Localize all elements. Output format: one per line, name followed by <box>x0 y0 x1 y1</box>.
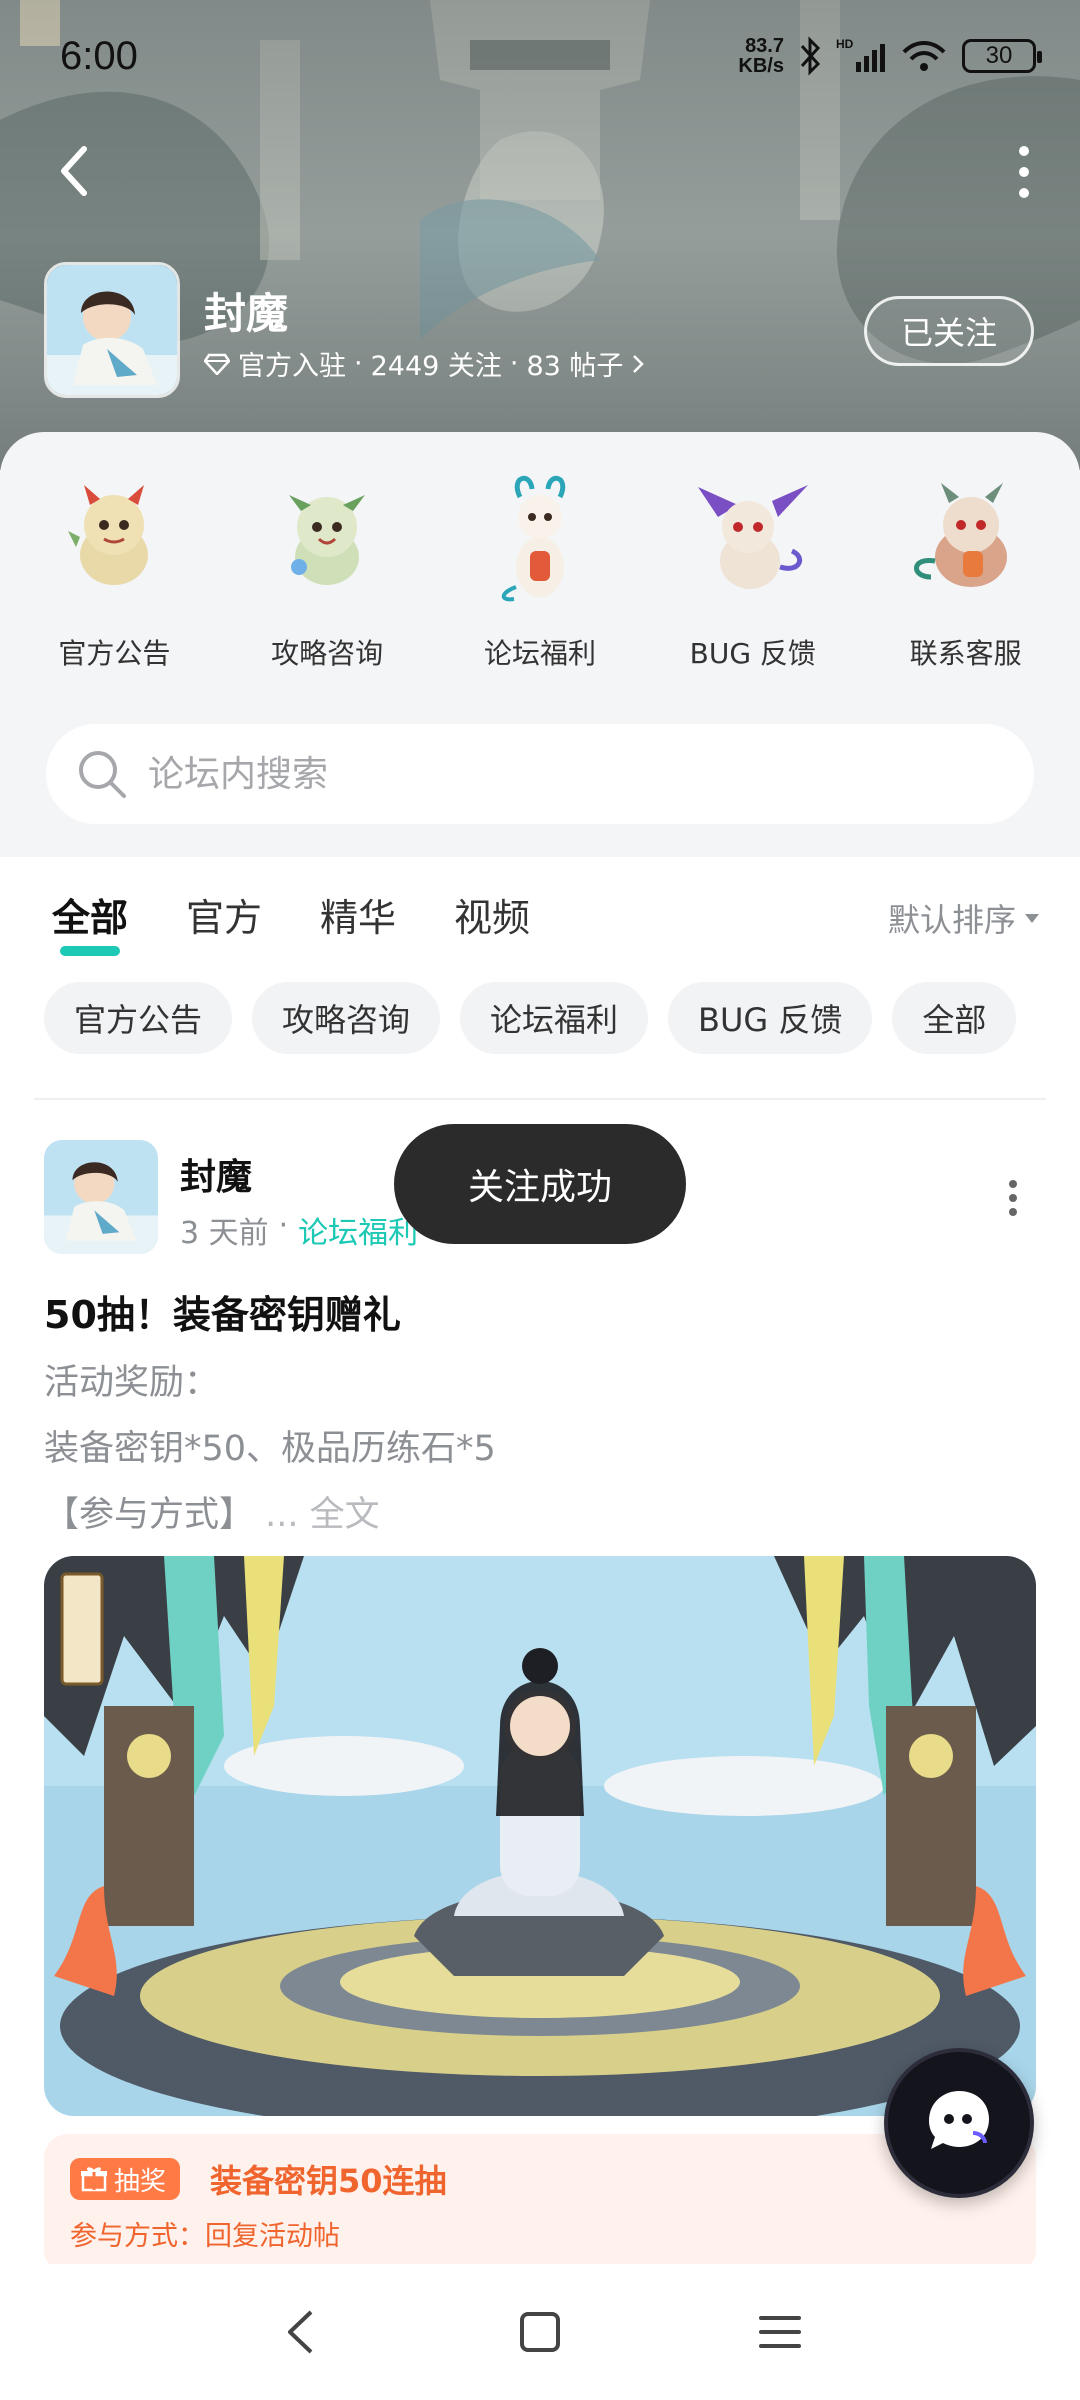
category-label: 联系客服 <box>909 637 1022 670</box>
battery-icon: 30 <box>962 39 1042 73</box>
post-title[interactable]: 50抽！装备密钥赠礼 <box>44 1284 401 1339</box>
follow-success-toast: 关注成功 <box>394 1124 686 1244</box>
search-input[interactable] <box>148 753 948 795</box>
square-home-icon <box>520 2312 560 2352</box>
menu-lines-icon <box>759 2316 801 2348</box>
author-avatar-art <box>44 1140 158 1254</box>
posts-count: 83 帖子 <box>526 351 624 382</box>
system-recents-button[interactable] <box>745 2297 815 2367</box>
category-label: BUG 反馈 <box>689 637 816 670</box>
category-label: 官方公告 <box>58 637 171 670</box>
search-icon <box>79 751 126 798</box>
forum-search-bar[interactable] <box>46 724 1034 824</box>
post-author-avatar[interactable] <box>44 1140 158 1254</box>
post-time: 3 天前 <box>180 1216 269 1251</box>
back-button[interactable] <box>44 136 104 206</box>
dragon-mascot-5-icon <box>913 483 1007 587</box>
system-home-button[interactable] <box>505 2297 575 2367</box>
post-more-button[interactable] <box>1006 1180 1020 1216</box>
system-back-button[interactable] <box>265 2297 335 2367</box>
triangle-back-icon <box>288 2310 313 2354</box>
dragon-mascot-1-icon <box>68 485 149 585</box>
chip-official-notice[interactable]: 官方公告 <box>44 982 233 1054</box>
dragon-mascot-4-icon <box>697 485 808 589</box>
post-image-art <box>44 1556 1036 2116</box>
category-customer-service[interactable]: 联系客服 <box>871 462 1061 672</box>
verified-label: 官方入驻 <box>238 351 346 382</box>
chat-floating-button[interactable] <box>884 2048 1034 2198</box>
forum-name: 封魔 <box>204 289 289 338</box>
post-excerpt[interactable]: 活动奖励： 装备密钥*50、极品历练石*5 【参与方式】 ... 全文 <box>44 1350 496 1548</box>
post-board-link[interactable]: 论坛福利 <box>298 1208 418 1252</box>
chip-all[interactable]: 全部 <box>892 982 1017 1054</box>
forum-avatar <box>44 262 180 398</box>
status-time: 6:00 <box>60 34 138 78</box>
read-more-link[interactable]: ... 全文 <box>265 1495 380 1535</box>
wifi-icon <box>902 41 946 71</box>
post-tabs: 全部 官方 精华 视频 默认排序 <box>0 857 1080 967</box>
category-official-notice[interactable]: 官方公告 <box>19 462 209 672</box>
tab-official[interactable]: 官方 <box>186 887 262 942</box>
category-welfare[interactable]: 论坛福利 <box>445 462 635 672</box>
lottery-participation: 参与方式：回复活动帖 <box>70 2221 340 2252</box>
network-speed: 83.7 KB/s <box>738 35 784 77</box>
follow-button[interactable]: 已关注 <box>864 296 1034 366</box>
hd-signal-icon: HD <box>836 37 885 72</box>
forum-meta[interactable]: 官方入驻 · 2449 关注 · 83 帖子 <box>204 344 645 383</box>
chip-welfare[interactable]: 论坛福利 <box>460 982 649 1054</box>
lottery-card[interactable]: 抽奖 装备密钥50连抽 参与方式：回复活动帖 <box>44 2134 1036 2274</box>
svg-text:HD: HD <box>836 37 854 51</box>
category-grid: 官方公告 攻略咨询 论坛福利 BUG 反馈 联系客服 <box>0 462 1080 672</box>
more-options-button[interactable] <box>1006 146 1042 198</box>
sort-label: 默认排序 <box>887 901 1016 939</box>
category-label: 攻略咨询 <box>271 637 384 670</box>
sort-dropdown[interactable]: 默认排序 <box>888 895 1040 941</box>
forum-header-banner: 6:00 83.7 KB/s HD 30 封魔 官方入驻 · 2449 关注 ·… <box>0 0 1080 470</box>
gift-icon <box>81 2167 107 2192</box>
chat-bubble-icon <box>929 2091 989 2149</box>
tab-video[interactable]: 视频 <box>454 887 530 942</box>
dragon-mascot-2-icon <box>289 495 366 585</box>
post-line: 【参与方式】 <box>44 1495 255 1535</box>
tab-all[interactable]: 全部 <box>52 887 128 956</box>
forum-sheet: 官方公告 攻略咨询 论坛福利 BUG 反馈 联系客服 论坛内搜索 <box>0 432 1080 857</box>
chevron-left-icon <box>61 146 87 196</box>
category-bug-report[interactable]: BUG 反馈 <box>658 462 848 672</box>
status-bar: 6:00 83.7 KB/s HD 30 <box>0 0 1080 120</box>
chip-bug-report[interactable]: BUG 反馈 <box>668 982 873 1054</box>
tab-featured[interactable]: 精华 <box>320 887 396 942</box>
divider <box>34 1098 1046 1100</box>
post-author-name[interactable]: 封魔 <box>180 1148 252 1200</box>
bluetooth-icon <box>800 36 821 76</box>
chip-strategy[interactable]: 攻略咨询 <box>252 982 441 1054</box>
followers-count: 2449 关注 <box>370 351 502 382</box>
forum-avatar-art <box>47 265 177 395</box>
post-image[interactable] <box>44 1556 1036 2116</box>
diamond-verified-icon <box>204 353 230 375</box>
category-strategy[interactable]: 攻略咨询 <box>232 462 422 672</box>
caret-down-icon <box>1025 914 1039 923</box>
post-line: 装备密钥*50、极品历练石*5 <box>44 1429 496 1469</box>
category-label: 论坛福利 <box>483 637 596 670</box>
post-meta: 3 天前 · 论坛福利 <box>180 1208 419 1252</box>
lottery-title: 装备密钥50连抽 <box>210 2162 447 2200</box>
post-line: 活动奖励： <box>44 1363 220 1403</box>
system-navigation-bar <box>0 2264 1080 2400</box>
chevron-right-icon <box>633 354 645 373</box>
lottery-badge: 抽奖 <box>70 2158 181 2200</box>
dragon-mascot-3-icon <box>501 475 566 602</box>
board-filter-chips: 官方公告 攻略咨询 论坛福利 BUG 反馈 全部 <box>44 982 1017 1054</box>
